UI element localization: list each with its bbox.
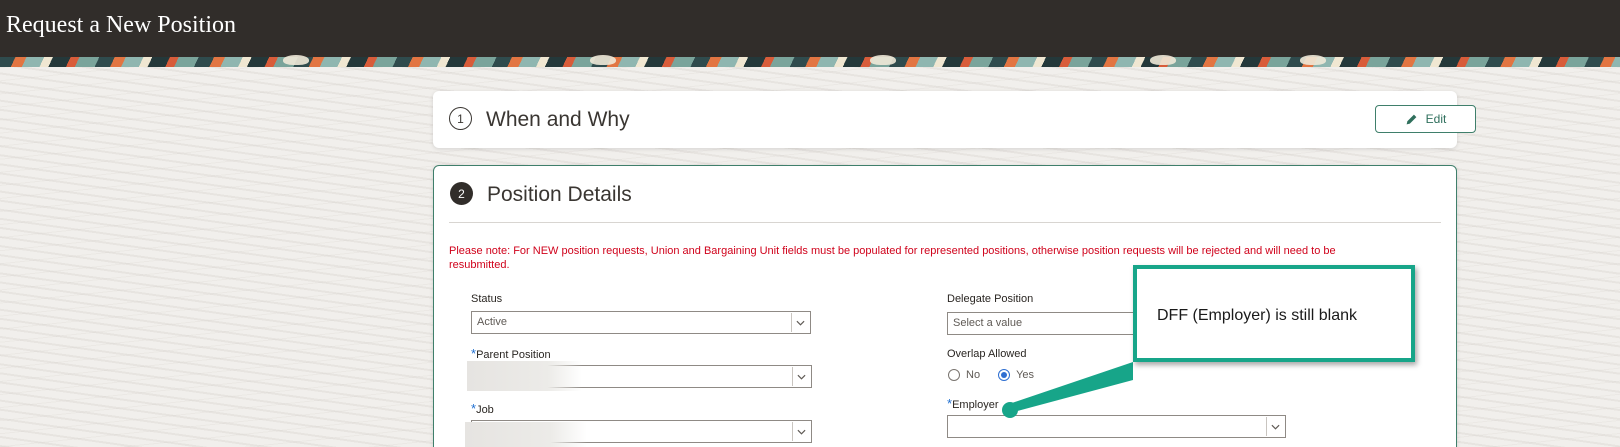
employer-label: *Employer [947,396,999,411]
overlap-no-label: No [966,369,981,381]
parent-position-label-text: Parent Position [476,349,551,361]
delegate-position-placeholder: Select a value [953,317,1023,329]
leaf-decoration-icon [1150,55,1176,65]
leaf-decoration-icon [283,55,309,65]
overlap-yes-radio[interactable] [998,369,1011,381]
status-select[interactable]: Active [471,311,811,334]
redacted-value [467,361,582,391]
step-title-position-details: Position Details [487,183,632,206]
edit-button[interactable]: Edit [1375,105,1476,133]
leaf-decoration-icon [870,55,896,65]
delegate-position-label: Delegate Position [947,293,1034,305]
chevron-down-icon [792,422,810,441]
employer-label-text: Employer [952,399,999,411]
redacted-value [465,422,587,447]
chevron-down-icon [1266,417,1284,436]
overlap-allowed-radio-group: No Yes [948,369,1034,381]
delegate-position-select[interactable]: Select a value [947,312,1137,335]
page-title: Request a New Position [6,12,236,38]
overlap-yes-label: Yes [1016,369,1035,381]
leaf-decoration-icon [1300,55,1326,65]
step-number-2: 2 [450,182,473,205]
job-label-text: Job [476,404,494,416]
step-number-1: 1 [449,107,472,130]
employer-select[interactable] [947,415,1286,438]
job-label: *Job [471,401,494,416]
chevron-down-icon [791,313,809,332]
decorative-banner [0,57,1620,67]
app-header: Request a New Position [0,0,1620,57]
status-label: Status [471,293,503,305]
edit-button-label: Edit [1425,112,1447,126]
pencil-icon [1406,114,1417,124]
overlap-allowed-label: Overlap Allowed [947,348,1027,360]
status-value: Active [477,316,507,328]
callout-text: DFF (Employer) is still blank [1157,307,1358,324]
parent-position-label: *Parent Position [471,346,551,361]
overlap-no-radio[interactable] [948,369,960,381]
annotation-callout: DFF (Employer) is still blank [1133,265,1415,362]
step-title-when-and-why: When and Why [486,108,630,131]
section-divider [449,222,1441,223]
leaf-decoration-icon [590,55,616,65]
chevron-down-icon [792,367,810,386]
